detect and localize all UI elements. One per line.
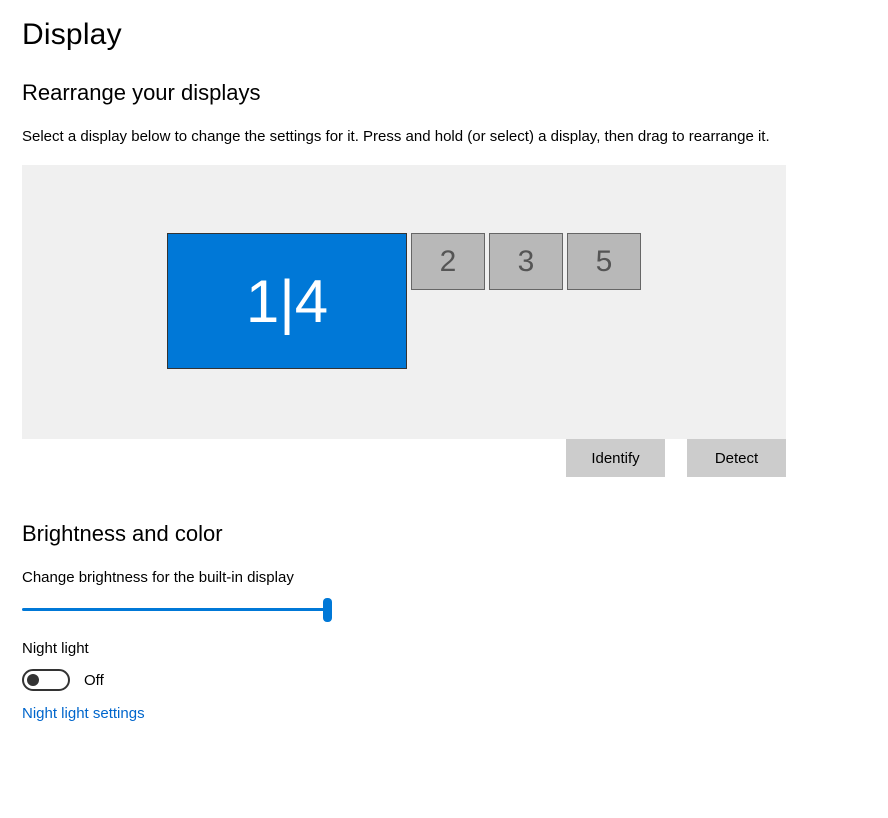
monitor-2[interactable]: 2 bbox=[411, 233, 485, 290]
night-light-status: Off bbox=[84, 672, 104, 689]
page-title: Display bbox=[22, 18, 866, 52]
rearrange-heading: Rearrange your displays bbox=[22, 80, 866, 106]
night-light-toggle[interactable] bbox=[22, 669, 70, 691]
display-arrangement-canvas[interactable]: 1|4 2 3 5 bbox=[22, 165, 786, 439]
monitor-3[interactable]: 3 bbox=[489, 233, 563, 290]
monitor-5[interactable]: 5 bbox=[567, 233, 641, 290]
brightness-slider-label: Change brightness for the built-in displ… bbox=[22, 569, 866, 586]
monitor-primary[interactable]: 1|4 bbox=[167, 233, 407, 369]
detect-button[interactable]: Detect bbox=[687, 439, 786, 477]
arrangement-actions: Identify Detect bbox=[22, 439, 786, 477]
slider-track bbox=[22, 608, 332, 611]
night-light-label: Night light bbox=[22, 640, 866, 657]
identify-button[interactable]: Identify bbox=[566, 439, 665, 477]
brightness-slider[interactable] bbox=[22, 598, 332, 622]
rearrange-instruction: Select a display below to change the set… bbox=[22, 128, 866, 145]
toggle-knob bbox=[27, 674, 39, 686]
night-light-settings-link[interactable]: Night light settings bbox=[22, 705, 145, 722]
night-light-toggle-row: Off bbox=[22, 669, 866, 691]
slider-thumb[interactable] bbox=[323, 598, 332, 622]
brightness-heading: Brightness and color bbox=[22, 521, 866, 547]
displays-row: 1|4 2 3 5 bbox=[167, 233, 641, 369]
